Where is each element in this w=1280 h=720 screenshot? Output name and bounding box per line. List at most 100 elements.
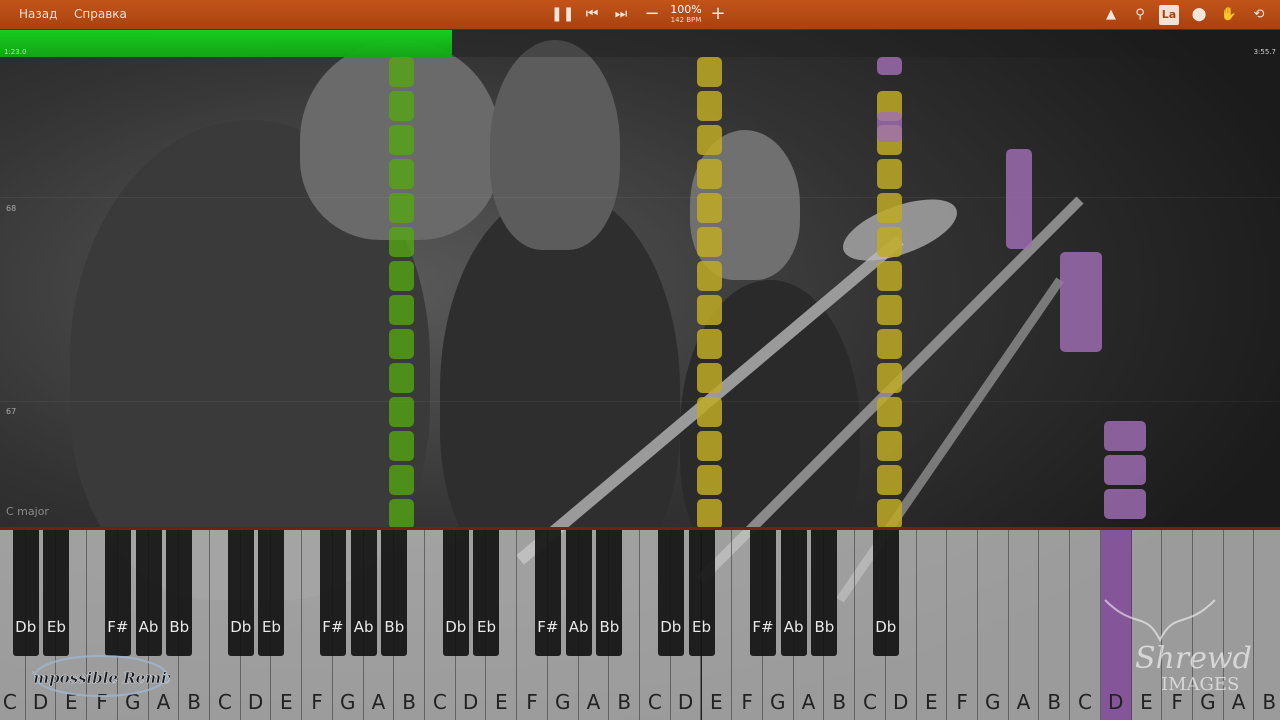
falling-note bbox=[697, 159, 722, 189]
elapsed-time: 1:23.0 bbox=[4, 48, 27, 56]
falling-note bbox=[877, 499, 902, 529]
la-icon[interactable]: La bbox=[1159, 5, 1179, 25]
white-key-label: D bbox=[892, 690, 909, 714]
black-key[interactable]: Ab bbox=[780, 530, 807, 656]
falling-note bbox=[877, 329, 902, 359]
white-key[interactable]: F bbox=[947, 530, 978, 720]
falling-note bbox=[389, 261, 414, 291]
falling-note bbox=[389, 159, 414, 189]
black-key[interactable]: Db bbox=[442, 530, 469, 656]
watermark-line2: IMAGES bbox=[1161, 674, 1239, 695]
key-signature: C major bbox=[6, 505, 49, 518]
falling-note bbox=[389, 295, 414, 325]
falling-note bbox=[1006, 149, 1032, 249]
black-key-label: Bb bbox=[814, 618, 835, 636]
white-key-label: F bbox=[311, 690, 323, 714]
pause-icon[interactable]: ❚❚ bbox=[551, 4, 574, 24]
white-key-label: G bbox=[770, 690, 786, 714]
falling-note bbox=[389, 57, 414, 87]
total-time: 3:55.7 bbox=[1253, 48, 1276, 56]
black-key-label: Bb bbox=[384, 618, 405, 636]
black-key[interactable]: Ab bbox=[350, 530, 377, 656]
hand-icon[interactable]: ✋ bbox=[1219, 5, 1239, 25]
white-key-label: B bbox=[1262, 690, 1277, 714]
falling-note bbox=[877, 227, 902, 257]
white-key-label: C bbox=[217, 690, 232, 714]
black-key[interactable]: F# bbox=[104, 530, 131, 656]
white-key[interactable]: A bbox=[1008, 530, 1040, 720]
falling-note bbox=[389, 431, 414, 461]
zoom-in-icon[interactable]: + bbox=[708, 4, 728, 24]
black-key-label: Bb bbox=[169, 618, 190, 636]
white-key[interactable]: E bbox=[916, 530, 948, 720]
falling-note bbox=[877, 261, 902, 291]
black-key[interactable]: F# bbox=[749, 530, 776, 656]
black-key[interactable]: F# bbox=[534, 530, 561, 656]
falling-note bbox=[697, 125, 722, 155]
white-key-label: D bbox=[677, 690, 694, 714]
falling-note bbox=[389, 363, 414, 393]
white-key-label: C bbox=[862, 690, 877, 714]
falling-note bbox=[389, 91, 414, 121]
help-button[interactable]: Справка bbox=[74, 7, 127, 21]
loop-icon[interactable]: ⟲ bbox=[1249, 5, 1269, 25]
falling-note bbox=[389, 125, 414, 155]
white-key-label: B bbox=[187, 690, 202, 714]
shrewd-images-watermark: Shrewd IMAGES bbox=[1065, 590, 1255, 700]
black-key[interactable]: Bb bbox=[596, 530, 623, 656]
back-button[interactable]: Назад bbox=[19, 7, 57, 21]
zoom-out-icon[interactable]: − bbox=[642, 4, 662, 24]
metronome-icon[interactable]: ▲ bbox=[1101, 5, 1121, 25]
black-key[interactable]: Bb bbox=[381, 530, 408, 656]
white-key[interactable]: G bbox=[977, 530, 1009, 720]
white-key-label: B bbox=[617, 690, 632, 714]
black-key[interactable]: Ab bbox=[565, 530, 592, 656]
black-key[interactable]: Bb bbox=[811, 530, 838, 656]
black-key[interactable]: Eb bbox=[43, 530, 70, 656]
falling-note bbox=[877, 363, 902, 393]
measure-line bbox=[0, 401, 1280, 402]
falling-note bbox=[877, 57, 902, 75]
black-key[interactable]: Db bbox=[227, 530, 254, 656]
falling-note bbox=[877, 159, 902, 189]
black-key[interactable]: Eb bbox=[473, 530, 500, 656]
falling-note bbox=[697, 91, 722, 121]
white-key-label: E bbox=[279, 690, 293, 714]
black-key[interactable]: Bb bbox=[166, 530, 193, 656]
black-key[interactable]: F# bbox=[319, 530, 346, 656]
black-key[interactable]: Db bbox=[872, 530, 899, 656]
white-key-label: E bbox=[495, 690, 508, 714]
black-key[interactable]: Eb bbox=[688, 530, 715, 656]
black-key-label: Bb bbox=[599, 618, 620, 636]
black-key[interactable]: Db bbox=[12, 530, 39, 656]
falling-note bbox=[389, 465, 414, 495]
black-key[interactable]: Ab bbox=[135, 530, 162, 656]
white-key-label: D bbox=[247, 690, 264, 714]
falling-note bbox=[389, 329, 414, 359]
black-key-label: Eb bbox=[46, 618, 66, 636]
falling-note bbox=[697, 431, 722, 461]
skip-forward-icon[interactable]: ⏭ bbox=[611, 4, 631, 24]
piano-roll: 68 67 C major bbox=[0, 57, 1280, 529]
progress-fill bbox=[0, 30, 452, 57]
skip-back-icon[interactable]: ⏮ bbox=[582, 4, 602, 24]
progress-bar[interactable]: 1:23.0 3:55.7 bbox=[0, 30, 1280, 57]
falling-note bbox=[697, 295, 722, 325]
falling-note bbox=[697, 329, 722, 359]
falling-note bbox=[389, 227, 414, 257]
white-key[interactable]: B bbox=[1254, 530, 1280, 720]
logo-text: Impossible Remix bbox=[32, 669, 170, 687]
black-key[interactable]: Eb bbox=[258, 530, 285, 656]
falling-note bbox=[1104, 455, 1146, 485]
white-key-label: G bbox=[555, 690, 571, 714]
pin-icon[interactable]: ⬤ bbox=[1189, 5, 1209, 25]
falling-note bbox=[697, 363, 722, 393]
search-icon[interactable]: ⚲ bbox=[1130, 5, 1150, 25]
falling-note bbox=[877, 193, 902, 223]
white-key-label: F bbox=[526, 690, 538, 714]
black-key[interactable]: Db bbox=[657, 530, 684, 656]
white-key-label: B bbox=[832, 690, 847, 714]
falling-note bbox=[877, 397, 902, 427]
falling-note bbox=[877, 465, 902, 495]
falling-note bbox=[697, 261, 722, 291]
